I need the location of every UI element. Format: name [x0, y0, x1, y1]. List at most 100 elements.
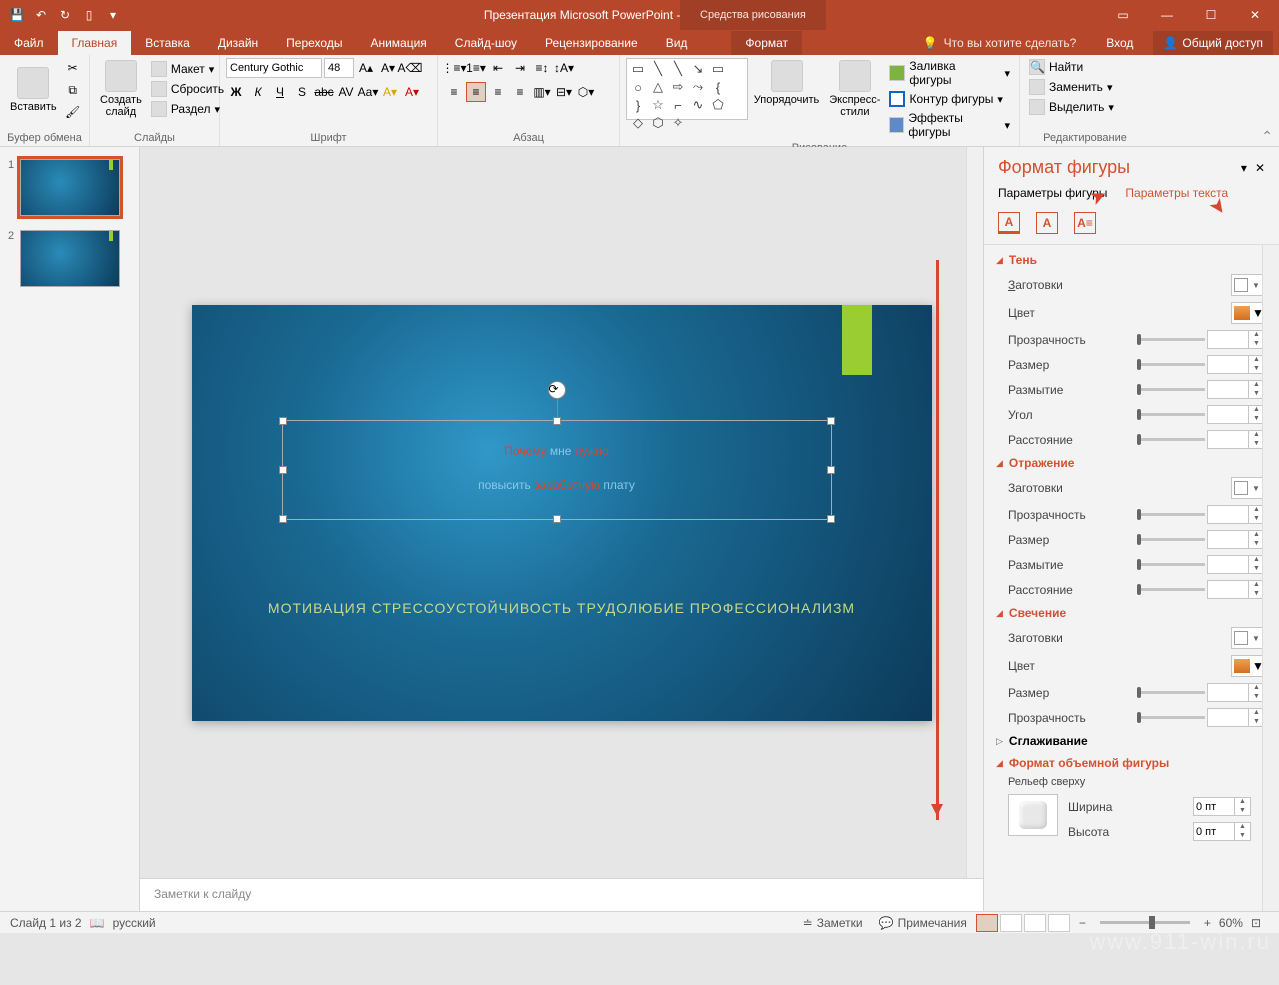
bold-icon[interactable]: Ж — [226, 82, 246, 102]
glow-transparency-spinner[interactable]: ▲▼ — [1207, 708, 1265, 727]
minimize-icon[interactable]: — — [1147, 1, 1187, 29]
shape-oval-icon[interactable]: ○ — [629, 79, 647, 95]
align-left-icon[interactable]: ≡ — [444, 82, 464, 102]
zoom-in-icon[interactable]: + — [1196, 916, 1219, 930]
cut-icon[interactable]: ✂ — [63, 58, 83, 78]
redo-icon[interactable]: ↻ — [56, 6, 74, 24]
reflection-blur-spinner[interactable]: ▲▼ — [1207, 555, 1265, 574]
shape-arrow-icon[interactable]: ↘ — [689, 61, 707, 77]
shadow-transparency-slider[interactable] — [1137, 338, 1205, 341]
replace-button[interactable]: Заменить▾ — [1026, 78, 1144, 96]
tab-animations[interactable]: Анимация — [356, 31, 440, 55]
section-3d-format[interactable]: ◢Формат объемной фигуры — [984, 752, 1279, 774]
tab-file[interactable]: Файл — [0, 31, 58, 55]
shadow-distance-slider[interactable] — [1137, 438, 1205, 441]
resize-handle[interactable] — [827, 515, 835, 523]
shadow-distance-spinner[interactable]: ▲▼ — [1207, 430, 1265, 449]
language-button[interactable]: русский — [113, 916, 156, 930]
text-effects-tab-icon[interactable]: A — [1036, 212, 1058, 234]
shape-fill-button[interactable]: Заливка фигуры▾ — [886, 58, 1013, 88]
title-line-1[interactable]: Почему мне нужно — [283, 429, 831, 463]
select-button[interactable]: Выделить▾ — [1026, 98, 1144, 116]
shape-arrowr-icon[interactable]: ⇨ — [669, 79, 687, 95]
tab-design[interactable]: Дизайн — [204, 31, 272, 55]
align-text-icon[interactable]: ⊟▾ — [554, 82, 574, 102]
case-icon[interactable]: Aa▾ — [358, 82, 378, 102]
new-slide-button[interactable]: Создать слайд — [96, 58, 146, 120]
tab-view[interactable]: Вид — [652, 31, 702, 55]
tellme-search[interactable]: 💡Что вы хотите сделать? — [913, 36, 1087, 50]
shape-curve-icon[interactable]: ⤳ — [689, 79, 707, 95]
indent-icon[interactable]: ⇥ — [510, 58, 530, 78]
font-size-combo[interactable]: 48 — [324, 58, 354, 78]
quick-styles-button[interactable]: Экспресс- стили — [825, 58, 884, 120]
align-center-icon[interactable]: ≡ — [466, 82, 486, 102]
reflection-distance-spinner[interactable]: ▲▼ — [1207, 580, 1265, 599]
tab-slideshow[interactable]: Слайд-шоу — [441, 31, 531, 55]
glow-size-slider[interactable] — [1137, 691, 1205, 694]
shape-tri-icon[interactable]: △ — [649, 79, 667, 95]
shadow-icon[interactable]: S — [292, 82, 312, 102]
slide-counter[interactable]: Слайд 1 из 2 — [10, 916, 82, 930]
green-accent-shape[interactable] — [842, 305, 872, 375]
section-soft-edges[interactable]: ▷Сглаживание — [984, 730, 1279, 752]
reflection-transparency-slider[interactable] — [1137, 513, 1205, 516]
shape-brace-icon[interactable]: { — [709, 79, 727, 95]
reflection-transparency-spinner[interactable]: ▲▼ — [1207, 505, 1265, 524]
tab-transitions[interactable]: Переходы — [272, 31, 356, 55]
shape-rect-icon[interactable]: ▭ — [709, 61, 727, 77]
reflection-size-spinner[interactable]: ▲▼ — [1207, 530, 1265, 549]
tab-insert[interactable]: Вставка — [131, 31, 204, 55]
shape-effects-button[interactable]: Эффекты фигуры▾ — [886, 110, 1013, 140]
shape-brace2-icon[interactable]: } — [629, 97, 647, 113]
resize-handle[interactable] — [279, 515, 287, 523]
find-button[interactable]: 🔍Найти — [1026, 58, 1144, 76]
shadow-transparency-spinner[interactable]: ▲▼ — [1207, 330, 1265, 349]
highlight-icon[interactable]: A▾ — [380, 82, 400, 102]
slide-canvas[interactable]: ⟳ Почему мне нужно повысить заработную п… — [192, 305, 932, 721]
start-icon[interactable]: ▯ — [80, 6, 98, 24]
spacing-icon[interactable]: AV — [336, 82, 356, 102]
resize-handle[interactable] — [279, 417, 287, 425]
glow-color-dropdown[interactable]: ▼ — [1231, 655, 1265, 677]
glow-presets-dropdown[interactable]: ▼ — [1231, 627, 1265, 649]
shadow-color-dropdown[interactable]: ▼ — [1231, 302, 1265, 324]
normal-view-icon[interactable] — [976, 914, 998, 932]
shape-outline-button[interactable]: Контур фигуры▾ — [886, 90, 1013, 108]
resize-handle[interactable] — [827, 417, 835, 425]
shadow-blur-slider[interactable] — [1137, 388, 1205, 391]
maximize-icon[interactable]: ☐ — [1191, 1, 1231, 29]
ribbon-options-icon[interactable]: ▭ — [1103, 1, 1143, 29]
columns-icon[interactable]: ▥▾ — [532, 82, 552, 102]
pane-scrollbar[interactable] — [1262, 245, 1279, 911]
underline-icon[interactable]: Ч — [270, 82, 290, 102]
subtitle-text[interactable]: МОТИВАЦИЯ СТРЕССОУСТОЙЧИВОСТЬ ТРУДОЛЮБИЕ… — [192, 600, 932, 616]
shape-textbox-icon[interactable]: ▭ — [629, 61, 647, 77]
tab-home[interactable]: Главная — [58, 31, 132, 55]
collapse-ribbon-icon[interactable]: ⌃ — [1261, 128, 1273, 145]
pane-tab-shape-options[interactable]: Параметры фигуры — [998, 186, 1107, 200]
comments-button[interactable]: 💬 Примечания — [871, 916, 975, 930]
qat-more-icon[interactable]: ▾ — [104, 6, 122, 24]
section-button[interactable]: Раздел▾ — [148, 100, 227, 118]
reading-view-icon[interactable] — [1024, 914, 1046, 932]
title-textbox[interactable]: ⟳ Почему мне нужно повысить заработную п… — [282, 420, 832, 520]
save-icon[interactable]: 💾 — [8, 6, 26, 24]
bevel-width-spinner[interactable]: ▲▼ — [1193, 797, 1251, 816]
slide-thumb-2[interactable] — [20, 230, 120, 287]
zoom-slider[interactable] — [1100, 921, 1190, 924]
shadow-blur-spinner[interactable]: ▲▼ — [1207, 380, 1265, 399]
notes-pane[interactable]: Заметки к слайду — [140, 878, 983, 911]
shape-misc1-icon[interactable]: ⬡ — [649, 115, 667, 131]
resize-handle[interactable] — [827, 466, 835, 474]
smartart-icon[interactable]: ⬡▾ — [576, 82, 596, 102]
shape-star-icon[interactable]: ☆ — [649, 97, 667, 113]
paste-button[interactable]: Вставить — [6, 65, 61, 115]
spellcheck-icon[interactable]: 📖 — [82, 916, 113, 930]
undo-icon[interactable]: ↶ — [32, 6, 50, 24]
grow-font-icon[interactable]: A▴ — [356, 58, 376, 78]
title-line-2[interactable]: повысить заработную плату — [283, 463, 831, 497]
shape-poly-icon[interactable]: ⬠ — [709, 97, 727, 113]
section-glow[interactable]: ◢Свечение — [984, 602, 1279, 624]
linespacing-icon[interactable]: ≡↕ — [532, 58, 552, 78]
